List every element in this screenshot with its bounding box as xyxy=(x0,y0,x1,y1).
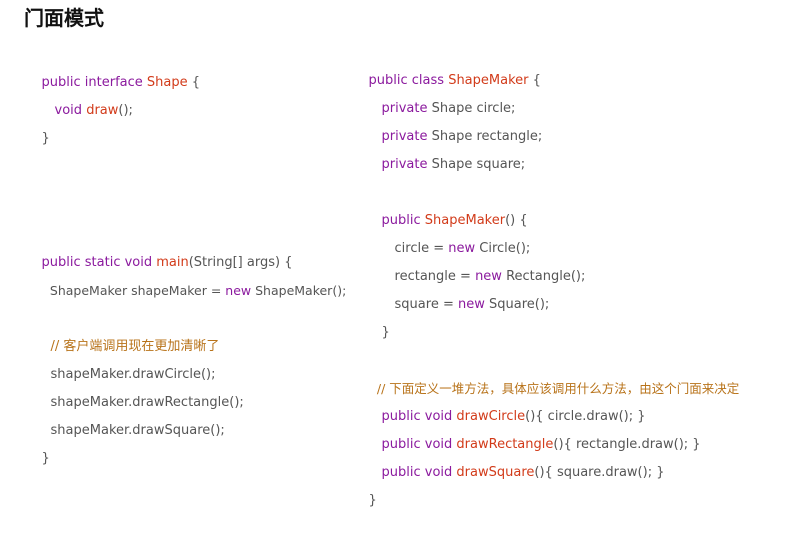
code-line: } xyxy=(25,417,50,466)
code-text: } xyxy=(381,325,390,340)
code-line: } xyxy=(365,291,390,340)
code-line: private Shape square; xyxy=(365,123,526,172)
code-line: } xyxy=(25,97,50,146)
code-block-main: public static void main(String[] args) {… xyxy=(25,221,355,466)
code-keyword: new xyxy=(225,283,252,298)
code-keyword: public void xyxy=(381,465,457,480)
code-text: shapeMaker.drawSquare(); xyxy=(50,423,225,438)
code-line: shapeMaker.drawSquare(); xyxy=(34,389,225,438)
code-text: { xyxy=(528,73,541,88)
code-text: (){ square.draw(); } xyxy=(534,465,665,480)
code-text: } xyxy=(41,451,50,466)
code-line: square = new Square(); xyxy=(378,263,550,312)
code-text: { xyxy=(187,75,201,90)
code-line: } xyxy=(352,459,377,508)
code-text: ShapeMaker(); xyxy=(251,283,347,298)
code-keyword: new xyxy=(457,297,485,312)
code-line: public void drawCircle(){ circle.draw();… xyxy=(365,375,646,424)
code-text: } xyxy=(368,493,377,508)
page-title: 门面模式 xyxy=(24,6,104,30)
code-line: circle = new Circle(); xyxy=(378,207,531,256)
code-line: private Shape circle; xyxy=(365,67,516,116)
code-block-shapemaker: public class ShapeMaker { private Shape … xyxy=(352,39,802,508)
code-text: square = xyxy=(394,297,458,312)
code-line: void draw(); xyxy=(38,69,133,118)
code-line: public void drawSquare(){ square.draw();… xyxy=(365,431,665,480)
code-line: public ShapeMaker() { xyxy=(365,179,528,228)
code-line: shapeMaker.drawCircle(); xyxy=(34,333,216,382)
code-block-shape-interface: public interface Shape { void draw(); } xyxy=(25,41,345,146)
code-line: public void drawRectangle(){ rectangle.d… xyxy=(365,403,701,452)
code-text: ShapeMaker shapeMaker = xyxy=(49,283,226,298)
code-line: // 客户端调用现在更加清晰了 xyxy=(34,305,220,354)
code-identifier: Shape xyxy=(146,75,188,90)
code-identifier: drawSquare xyxy=(456,465,535,480)
code-text: Shape square; xyxy=(427,157,526,172)
code-line: public class ShapeMaker { xyxy=(352,39,541,88)
code-line: // 下面定义一堆方法，具体应该调用什么方法，由这个门面来决定 xyxy=(361,347,739,396)
code-line: ShapeMaker shapeMaker = new ShapeMaker()… xyxy=(34,249,346,298)
code-line: public static void main(String[] args) { xyxy=(25,221,293,270)
code-line: private Shape rectangle; xyxy=(365,95,543,144)
code-text: (); xyxy=(118,103,133,118)
code-line: rectangle = new Rectangle(); xyxy=(378,235,586,284)
code-text: Square(); xyxy=(484,297,550,312)
code-keyword: void xyxy=(54,103,87,118)
code-line: shapeMaker.drawRectangle(); xyxy=(34,361,244,410)
code-text: } xyxy=(41,131,50,146)
code-identifier: draw xyxy=(86,103,119,118)
code-line: public interface Shape { xyxy=(25,41,200,90)
code-keyword: private xyxy=(381,157,428,172)
